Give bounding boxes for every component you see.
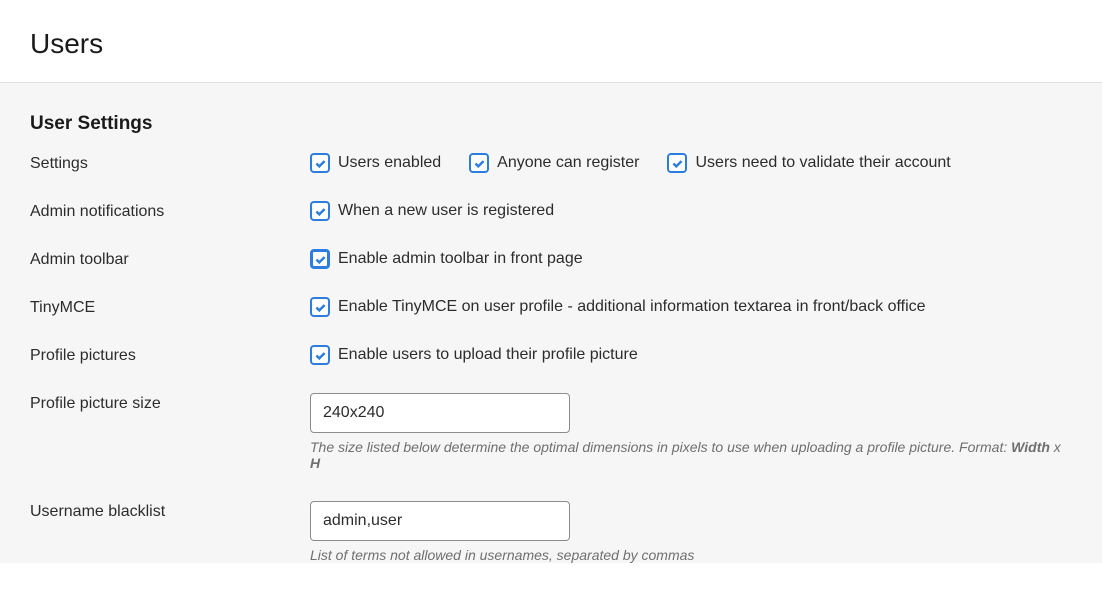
section-title: User Settings <box>30 113 1072 135</box>
control-tinymce: Enable TinyMCE on user profile - additio… <box>310 297 1072 317</box>
checkbox-label: Enable TinyMCE on user profile - additio… <box>338 298 926 316</box>
row-username-blacklist: Username blacklist <box>30 501 1072 541</box>
checkbox-label: Users need to validate their account <box>695 154 950 172</box>
control-username-blacklist <box>310 501 1072 541</box>
checkbox-anyone-register[interactable]: Anyone can register <box>469 153 639 173</box>
label-username-blacklist: Username blacklist <box>30 501 310 521</box>
row-admin-notifications: Admin notifications When a new user is r… <box>30 201 1072 221</box>
help-text-bold: H <box>310 455 320 471</box>
checkbox-label: Enable admin toolbar in front page <box>338 250 583 268</box>
control-profile-picture-size <box>310 393 1072 433</box>
checkbox-label: Enable users to upload their profile pic… <box>338 346 638 364</box>
input-username-blacklist[interactable] <box>310 501 570 541</box>
row-profile-pictures: Profile pictures Enable users to upload … <box>30 345 1072 365</box>
check-icon <box>310 297 330 317</box>
help-profile-picture-size: The size listed below determine the opti… <box>310 439 1072 471</box>
control-profile-pictures: Enable users to upload their profile pic… <box>310 345 1072 365</box>
label-admin-toolbar: Admin toolbar <box>30 249 310 269</box>
label-profile-picture-size: Profile picture size <box>30 393 310 413</box>
label-profile-pictures: Profile pictures <box>30 345 310 365</box>
checkbox-admin-toolbar[interactable]: Enable admin toolbar in front page <box>310 249 583 269</box>
control-admin-notifications: When a new user is registered <box>310 201 1072 221</box>
checkbox-label: Anyone can register <box>497 154 639 172</box>
label-tinymce: TinyMCE <box>30 297 310 317</box>
label-settings: Settings <box>30 153 310 173</box>
checkbox-validate-account[interactable]: Users need to validate their account <box>667 153 950 173</box>
page-header: Users <box>0 0 1102 83</box>
check-icon <box>310 345 330 365</box>
row-settings: Settings Users enabled Anyone can regist… <box>30 153 1072 173</box>
checkbox-new-user-registered[interactable]: When a new user is registered <box>310 201 554 221</box>
help-text-mid: x <box>1050 439 1061 455</box>
page-title: Users <box>30 28 1072 60</box>
content-area: User Settings Settings Users enabled Any… <box>0 83 1102 563</box>
check-icon <box>310 153 330 173</box>
help-text-prefix: The size listed below determine the opti… <box>310 439 1011 455</box>
control-settings: Users enabled Anyone can register Users … <box>310 153 1072 173</box>
row-tinymce: TinyMCE Enable TinyMCE on user profile -… <box>30 297 1072 317</box>
check-icon <box>667 153 687 173</box>
row-profile-picture-size: Profile picture size <box>30 393 1072 433</box>
help-text-bold: Width <box>1011 439 1050 455</box>
check-icon <box>310 249 330 269</box>
checkbox-label: Users enabled <box>338 154 441 172</box>
check-icon <box>469 153 489 173</box>
checkbox-label: When a new user is registered <box>338 202 554 220</box>
row-admin-toolbar: Admin toolbar Enable admin toolbar in fr… <box>30 249 1072 269</box>
control-admin-toolbar: Enable admin toolbar in front page <box>310 249 1072 269</box>
check-icon <box>310 201 330 221</box>
checkbox-users-enabled[interactable]: Users enabled <box>310 153 441 173</box>
checkbox-profile-pictures[interactable]: Enable users to upload their profile pic… <box>310 345 638 365</box>
label-admin-notifications: Admin notifications <box>30 201 310 221</box>
help-username-blacklist: List of terms not allowed in usernames, … <box>310 547 1072 563</box>
input-profile-picture-size[interactable] <box>310 393 570 433</box>
checkbox-tinymce[interactable]: Enable TinyMCE on user profile - additio… <box>310 297 926 317</box>
